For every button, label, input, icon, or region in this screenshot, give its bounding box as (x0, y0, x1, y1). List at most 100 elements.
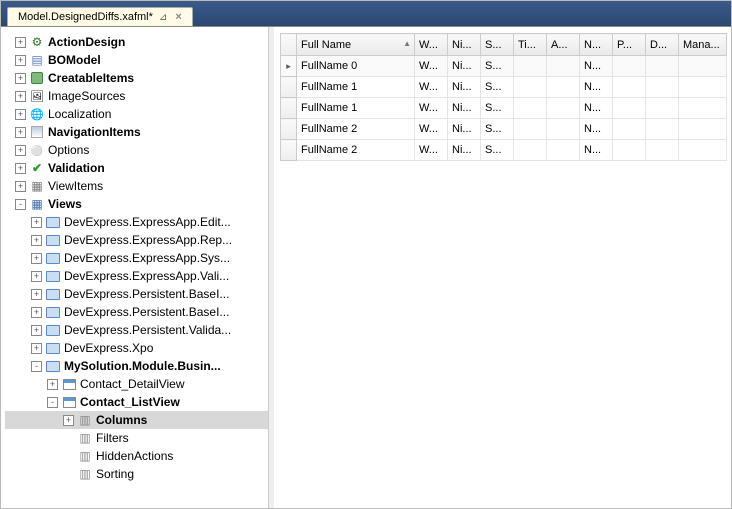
col-header[interactable]: A... (547, 34, 580, 56)
tree-node-localization[interactable]: +Localization (5, 105, 268, 123)
cell[interactable]: FullName 2 (297, 119, 415, 140)
collapse-icon[interactable]: - (31, 361, 42, 372)
cell[interactable] (679, 77, 727, 98)
cell[interactable]: W... (415, 77, 448, 98)
cell[interactable]: W... (415, 56, 448, 77)
cell[interactable]: Ni... (448, 77, 481, 98)
cell[interactable]: FullName 2 (297, 140, 415, 161)
tree-node-devexpress-persistent-valida-[interactable]: +DevExpress.Persistent.Valida... (5, 321, 268, 339)
tree-node-options[interactable]: +Options (5, 141, 268, 159)
tree-node-actiondesign[interactable]: +ActionDesign (5, 33, 268, 51)
tree-node-devexpress-expressapp-vali-[interactable]: +DevExpress.ExpressApp.Vali... (5, 267, 268, 285)
cell[interactable] (547, 56, 580, 77)
tree-node-viewitems[interactable]: +ViewItems (5, 177, 268, 195)
cell[interactable] (613, 140, 646, 161)
tree-node-devexpress-expressapp-sys-[interactable]: +DevExpress.ExpressApp.Sys... (5, 249, 268, 267)
expand-icon[interactable]: + (15, 55, 26, 66)
cell[interactable]: N... (580, 98, 613, 119)
collapse-icon[interactable]: - (15, 199, 26, 210)
cell[interactable]: Ni... (448, 56, 481, 77)
close-icon[interactable]: × (173, 11, 183, 23)
col-header[interactable]: Ni... (448, 34, 481, 56)
cell[interactable] (613, 77, 646, 98)
table-row[interactable]: FullName 2W...Ni...S... N... (281, 119, 727, 140)
expand-icon[interactable]: + (31, 253, 42, 264)
cell[interactable] (646, 98, 679, 119)
columns-grid[interactable]: Full Name▲W...Ni...S...Ti...A...N...P...… (280, 33, 727, 161)
cell[interactable]: N... (580, 140, 613, 161)
cell[interactable] (646, 77, 679, 98)
cell[interactable]: W... (415, 119, 448, 140)
col-header[interactable]: N... (580, 34, 613, 56)
cell[interactable] (547, 77, 580, 98)
tree-node-imagesources[interactable]: +ImageSources (5, 87, 268, 105)
tree-node-navigationitems[interactable]: +NavigationItems (5, 123, 268, 141)
expand-icon[interactable]: + (15, 109, 26, 120)
col-header[interactable]: Mana... (679, 34, 727, 56)
tree-node-contact-detailview[interactable]: +Contact_DetailView (5, 375, 268, 393)
expand-icon[interactable]: + (15, 163, 26, 174)
expand-icon[interactable]: + (15, 37, 26, 48)
expand-icon[interactable]: + (15, 91, 26, 102)
table-row[interactable]: FullName 1W...Ni...S...N... (281, 77, 727, 98)
col-header[interactable]: W... (415, 34, 448, 56)
table-row[interactable]: FullName 2W...Ni...S...N... (281, 140, 727, 161)
cell[interactable]: Ni... (448, 119, 481, 140)
tree-node-devexpress-persistent-basei-[interactable]: +DevExpress.Persistent.BaseI... (5, 303, 268, 321)
cell[interactable] (514, 77, 547, 98)
cell[interactable] (679, 98, 727, 119)
expand-icon[interactable]: + (31, 289, 42, 300)
table-row[interactable]: FullName 1W...Ni...S...N... (281, 98, 727, 119)
cell[interactable]: S... (481, 119, 514, 140)
cell[interactable] (514, 119, 547, 140)
tree-node-sorting[interactable]: Sorting (5, 465, 268, 483)
tree-node-bomodel[interactable]: +BOModel (5, 51, 268, 69)
cell[interactable] (514, 98, 547, 119)
expand-icon[interactable]: + (31, 343, 42, 354)
cell[interactable] (646, 140, 679, 161)
expand-icon[interactable]: + (15, 73, 26, 84)
cell[interactable] (679, 140, 727, 161)
cell[interactable]: S... (481, 56, 514, 77)
tree-node-creatableitems[interactable]: +CreatableItems (5, 69, 268, 87)
col-header[interactable]: S... (481, 34, 514, 56)
collapse-icon[interactable]: - (47, 397, 58, 408)
expand-icon[interactable]: + (15, 127, 26, 138)
cell[interactable] (547, 119, 580, 140)
cell[interactable] (547, 140, 580, 161)
expand-icon[interactable]: + (31, 325, 42, 336)
cell[interactable]: FullName 1 (297, 77, 415, 98)
cell[interactable]: N... (580, 56, 613, 77)
cell[interactable]: FullName 1 (297, 98, 415, 119)
cell[interactable]: Ni... (448, 98, 481, 119)
cell[interactable]: W... (415, 140, 448, 161)
col-header[interactable]: P... (613, 34, 646, 56)
cell[interactable]: N... (580, 119, 613, 140)
pin-icon[interactable]: ⊿ (159, 12, 167, 23)
cell[interactable]: FullName 0 (297, 56, 415, 77)
expand-icon[interactable]: + (31, 307, 42, 318)
cell[interactable]: S... (481, 77, 514, 98)
expand-icon[interactable]: + (15, 181, 26, 192)
cell[interactable] (613, 98, 646, 119)
col-header[interactable]: Ti... (514, 34, 547, 56)
cell[interactable] (646, 119, 679, 140)
col-header[interactable]: D... (646, 34, 679, 56)
cell[interactable] (646, 56, 679, 77)
cell[interactable] (679, 119, 727, 140)
tree-node-mysolution-module-busin-[interactable]: -MySolution.Module.Busin... (5, 357, 268, 375)
tree-node-columns[interactable]: +Columns (5, 411, 268, 429)
tree-node-hiddenactions[interactable]: HiddenActions (5, 447, 268, 465)
cell[interactable] (514, 56, 547, 77)
tree-node-views[interactable]: -Views (5, 195, 268, 213)
expand-icon[interactable]: + (31, 235, 42, 246)
tree-node-validation[interactable]: +Validation (5, 159, 268, 177)
expand-icon[interactable]: + (47, 379, 58, 390)
cell[interactable] (679, 56, 727, 77)
expand-icon[interactable]: + (31, 217, 42, 228)
tree-node-contact-listview[interactable]: -Contact_ListView (5, 393, 268, 411)
expand-icon[interactable]: + (63, 415, 74, 426)
tree-node-devexpress-xpo[interactable]: +DevExpress.Xpo (5, 339, 268, 357)
cell[interactable]: W... (415, 98, 448, 119)
document-tab[interactable]: Model.DesignedDiffs.xafml* ⊿ × (7, 7, 193, 26)
